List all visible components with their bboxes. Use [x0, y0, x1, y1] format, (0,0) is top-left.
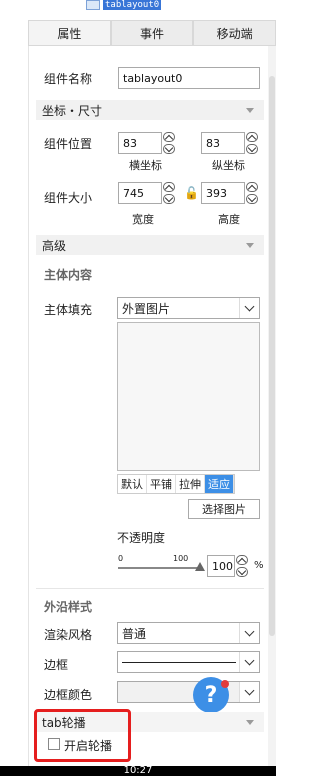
size-width-input[interactable]: 745 [118, 182, 162, 204]
tab-events[interactable]: 事件 [110, 20, 194, 46]
position-y-input[interactable]: 83 [201, 132, 245, 154]
step-down-icon[interactable] [163, 144, 175, 154]
coord-size-section[interactable]: 坐标・尺寸 [36, 100, 264, 120]
size-height-stepper[interactable] [245, 182, 259, 204]
size-label: 组件大小 [44, 191, 93, 205]
coord-size-title: 坐标・尺寸 [42, 103, 103, 118]
fit-mode-stretch[interactable]: 拉伸 [176, 475, 205, 493]
choose-image-button[interactable]: 选择图片 [188, 499, 260, 519]
x-caption: 横坐标 [129, 159, 162, 172]
step-down-icon[interactable] [246, 194, 258, 204]
height-caption: 高度 [218, 213, 240, 226]
collapse-caret-icon [246, 108, 254, 113]
opacity-input[interactable]: 100 [207, 555, 235, 577]
fit-mode-default[interactable]: 默认 [118, 475, 147, 493]
highlight-box [34, 709, 131, 762]
position-label: 组件位置 [44, 137, 93, 151]
border-label: 边框 [44, 658, 69, 672]
chevron-down-icon [239, 652, 259, 672]
scroll-thumb[interactable] [269, 76, 275, 636]
position-x-input[interactable]: 83 [118, 132, 162, 154]
size-width-stepper[interactable] [162, 182, 176, 204]
border-color-select[interactable] [117, 681, 260, 703]
body-fill-label: 主体填充 [44, 303, 93, 317]
chevron-down-icon [239, 682, 259, 702]
y-caption: 纵坐标 [212, 159, 245, 172]
step-up-icon[interactable] [246, 132, 258, 142]
tree-node-label: tablayout0 [103, 0, 162, 10]
render-style-label: 渲染风格 [44, 628, 93, 642]
image-preview-area [117, 322, 260, 471]
component-name-input[interactable]: tablayout0 [118, 67, 260, 89]
tree-node-icon [86, 0, 100, 10]
chevron-down-icon [239, 298, 259, 318]
step-up-icon[interactable] [246, 182, 258, 192]
opacity-label: 不透明度 [117, 531, 166, 545]
notification-dot [221, 680, 229, 688]
advanced-title: 高级 [42, 238, 67, 253]
step-down-icon[interactable] [236, 567, 248, 577]
body-fill-value: 外置图片 [122, 301, 171, 316]
status-time: 10:27 [123, 765, 153, 776]
opacity-slider-handle[interactable] [195, 562, 205, 571]
step-up-icon[interactable] [163, 132, 175, 142]
position-y-stepper[interactable] [245, 132, 259, 154]
tree-bar: tablayout0 [0, 0, 276, 18]
border-style-select[interactable] [117, 651, 260, 673]
advanced-section[interactable]: 高级 [36, 235, 264, 255]
fit-mode-tile[interactable]: 平铺 [147, 475, 176, 493]
body-fill-select[interactable]: 外置图片 [117, 297, 260, 319]
opacity-stepper[interactable] [235, 555, 249, 577]
step-down-icon[interactable] [246, 144, 258, 154]
render-style-select[interactable]: 普通 [117, 622, 260, 644]
opacity-min: 0 [118, 554, 124, 563]
size-height-input[interactable]: 393 [201, 182, 245, 204]
property-tabs: 属性 事件 移动端 [28, 20, 277, 46]
tab-properties[interactable]: 属性 [28, 20, 111, 46]
collapse-caret-icon [246, 243, 254, 248]
step-up-icon[interactable] [163, 182, 175, 192]
unlock-icon[interactable]: 🔓 [184, 186, 199, 200]
fit-mode-fit[interactable]: 适应 [205, 475, 234, 493]
status-bar: 10:27 [0, 766, 276, 776]
opacity-unit: % [254, 560, 264, 571]
position-x-stepper[interactable] [162, 132, 176, 154]
step-down-icon[interactable] [163, 194, 175, 204]
tab-mobile[interactable]: 移动端 [193, 20, 277, 46]
border-color-label: 边框颜色 [44, 688, 93, 702]
chevron-down-icon [239, 623, 259, 643]
panel-scrollbar[interactable] [268, 46, 276, 776]
border-line-preview [122, 662, 236, 663]
opacity-slider-track[interactable] [118, 567, 200, 569]
render-style-value: 普通 [122, 626, 147, 641]
body-content-title: 主体内容 [44, 268, 93, 282]
outer-style-title: 外沿样式 [44, 600, 93, 614]
opacity-max: 100 [173, 554, 189, 563]
fit-mode-group: 默认 平铺 拉伸 适应 [117, 474, 235, 494]
collapse-caret-icon [246, 720, 254, 725]
component-name-label: 组件名称 [44, 72, 93, 86]
divider [36, 588, 264, 589]
width-caption: 宽度 [132, 213, 154, 226]
step-up-icon[interactable] [236, 555, 248, 565]
tree-node-tablayout[interactable]: tablayout0 [86, 0, 162, 10]
